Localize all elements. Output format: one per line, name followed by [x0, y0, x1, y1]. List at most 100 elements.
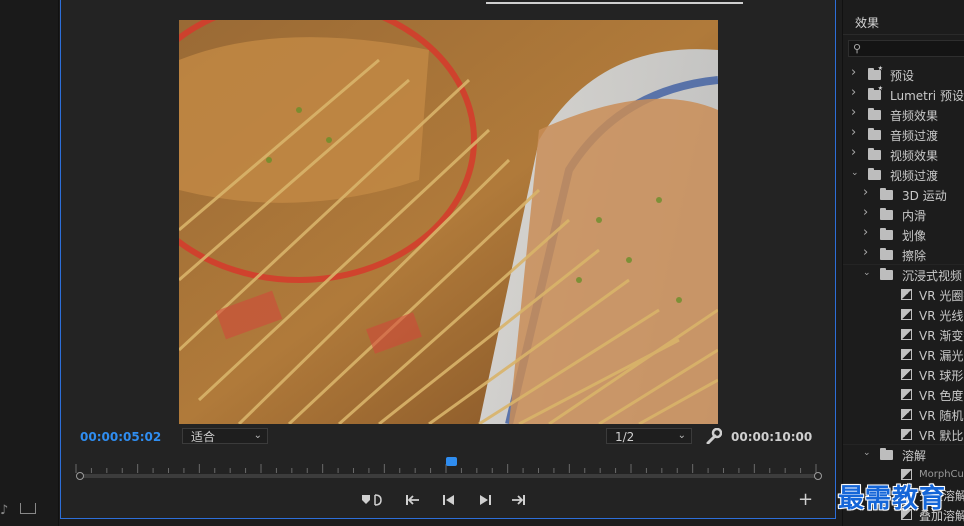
left-panel-strip: ♪ [0, 0, 59, 526]
effects-tree-item[interactable]: VR 渐变擦 [843, 325, 964, 345]
go-to-out-button[interactable] [508, 492, 528, 508]
preset-folder-icon [868, 85, 883, 100]
panel-divider [843, 34, 964, 35]
folder-icon [880, 248, 893, 260]
chevron-down-icon[interactable]: ⌄ [863, 448, 871, 458]
chevron-right-icon[interactable]: › [863, 225, 868, 240]
chevron-right-icon[interactable]: › [863, 185, 868, 200]
effects-tree-item[interactable]: › 预设 [843, 65, 964, 85]
folder-icon [868, 148, 881, 160]
preset-folder-icon [868, 65, 883, 80]
video-preview[interactable] [179, 20, 718, 424]
folder-icon [880, 188, 893, 200]
effects-tree-item-label: VR 色度泄 [919, 389, 964, 403]
folder-icon [868, 128, 881, 140]
chevron-right-icon[interactable]: › [863, 245, 868, 260]
effects-tree-item-label: 音频效果 [890, 109, 939, 123]
chevron-down-icon[interactable]: ⌄ [851, 168, 859, 178]
go-to-in-button[interactable] [403, 492, 423, 508]
resolution-select[interactable]: 1/2 ⌄ [606, 428, 692, 444]
effects-tree-item[interactable]: VR 球形模 [843, 365, 964, 385]
effects-tree-item[interactable]: VR 光线 [843, 305, 964, 325]
transition-effect-icon [901, 289, 912, 300]
go-to-in-icon [406, 495, 419, 505]
folder-icon [880, 268, 893, 280]
search-icon: ⚲ [853, 42, 862, 55]
chevron-right-icon[interactable]: › [851, 145, 856, 160]
effects-tree-item[interactable]: VR 默比乌 [843, 425, 964, 445]
effects-tree-item-label: VR 球形模 [919, 369, 964, 383]
step-forward-button[interactable] [475, 492, 495, 508]
effects-tree: › 预设 › Lumetri 预设 › 音频效果 › 音频过渡 › 视频效果 ⌄ 视频过渡 › 3D 运动… [843, 65, 964, 525]
effects-tree-item-label: VR 渐变擦 [919, 329, 964, 343]
effects-tree-item[interactable]: ⌄ 视频过渡 [843, 165, 964, 185]
chevron-right-icon[interactable]: › [851, 125, 856, 140]
effects-panel: 效果 ⚲ ›预设›Lumetri 预设›音频效果›音频过渡›视频效果⌄视频过渡›… [842, 0, 964, 526]
effects-tree-item[interactable]: VR 色度泄 [843, 385, 964, 405]
folder-icon [868, 168, 881, 180]
folder-icon [880, 448, 893, 460]
step-back-icon [443, 495, 454, 505]
transition-effect-icon [901, 429, 912, 440]
effects-tree-item-label: VR 随机块 [919, 409, 964, 423]
add-marker-button[interactable] [360, 492, 384, 508]
effects-tree-item[interactable]: VR 漏光 [843, 345, 964, 365]
zoom-select[interactable]: 适合 ⌄ [182, 428, 268, 444]
effects-panel-title: 效果 [855, 16, 880, 30]
effects-tree-item-label: 3D 运动 [902, 189, 947, 203]
effects-tree-item-label: VR 默比乌 [919, 429, 964, 443]
effects-tree-item-label: 沉浸式视频 [902, 269, 963, 283]
export-icon[interactable] [20, 503, 36, 514]
watermark-logo: 最需教育 [838, 484, 947, 514]
effects-tree-item[interactable]: › 音频过渡 [843, 125, 964, 145]
transition-effect-icon [901, 329, 912, 340]
effects-tree-item[interactable]: ⌄ 溶解 [843, 445, 964, 465]
chevron-down-icon[interactable]: ⌄ [863, 268, 871, 278]
effects-tree-item-label: 溶解 [902, 449, 927, 463]
effects-tree-item[interactable]: › 视频效果 [843, 145, 964, 165]
resolution-select-value: 1/2 [615, 430, 635, 444]
effects-tree-item-label: 划像 [902, 229, 927, 243]
effects-tree-item[interactable]: › 3D 运动 [843, 185, 964, 205]
zoom-select-value: 适合 [191, 430, 216, 444]
effects-tree-item[interactable]: › 内滑 [843, 205, 964, 225]
button-editor-plus-button[interactable]: + [798, 491, 813, 509]
effects-tree-item[interactable]: VR 光圈擦 [843, 285, 964, 305]
chevron-right-icon[interactable]: › [863, 205, 868, 220]
transition-effect-icon [901, 309, 912, 320]
chevron-right-icon[interactable]: › [851, 105, 856, 120]
transition-effect-icon [901, 389, 912, 400]
step-back-button[interactable] [439, 492, 459, 508]
effects-tree-item-label: VR 光圈擦 [919, 289, 964, 303]
folder-icon [868, 108, 881, 120]
effects-tree-item-label: 擦除 [902, 249, 927, 263]
effects-tree-item[interactable]: › Lumetri 预设 [843, 85, 964, 105]
transition-effect-icon [901, 369, 912, 380]
transition-effect-icon [901, 349, 912, 360]
scroll-handle-right[interactable] [814, 472, 822, 480]
settings-wrench-icon[interactable] [704, 427, 723, 445]
effects-tree-item[interactable]: › 音频效果 [843, 105, 964, 125]
effects-tree-item-label: 内滑 [902, 209, 927, 223]
total-duration-timecode: 00:00:10:00 [731, 430, 813, 444]
effects-tree-item[interactable]: › 擦除 [843, 245, 964, 265]
music-note-icon: ♪ [0, 503, 9, 518]
effects-tree-item[interactable]: ⌄ 沉浸式视频 [843, 265, 964, 285]
zoom-scroll-bar[interactable] [80, 474, 818, 478]
effects-tree-item[interactable]: VR 随机块 [843, 405, 964, 425]
step-forward-icon [480, 495, 491, 505]
chevron-right-icon[interactable]: › [851, 85, 856, 100]
effects-tree-item-label: 视频效果 [890, 149, 939, 163]
playhead-marker[interactable] [446, 457, 457, 466]
chevron-down-icon: ⌄ [253, 430, 262, 441]
effects-tree-item[interactable]: › 划像 [843, 225, 964, 245]
effects-search-input[interactable]: ⚲ [848, 40, 964, 57]
effects-tree-item-label: 音频过渡 [890, 129, 939, 143]
current-timecode[interactable]: 00:00:05:02 [80, 430, 161, 444]
go-to-out-icon [512, 495, 525, 505]
effects-tree-item-label: VR 光线 [919, 309, 964, 323]
folder-icon [880, 228, 893, 240]
scroll-handle-left[interactable] [76, 472, 84, 480]
monitor-tab-indicator [486, 2, 743, 4]
chevron-right-icon[interactable]: › [851, 65, 856, 80]
